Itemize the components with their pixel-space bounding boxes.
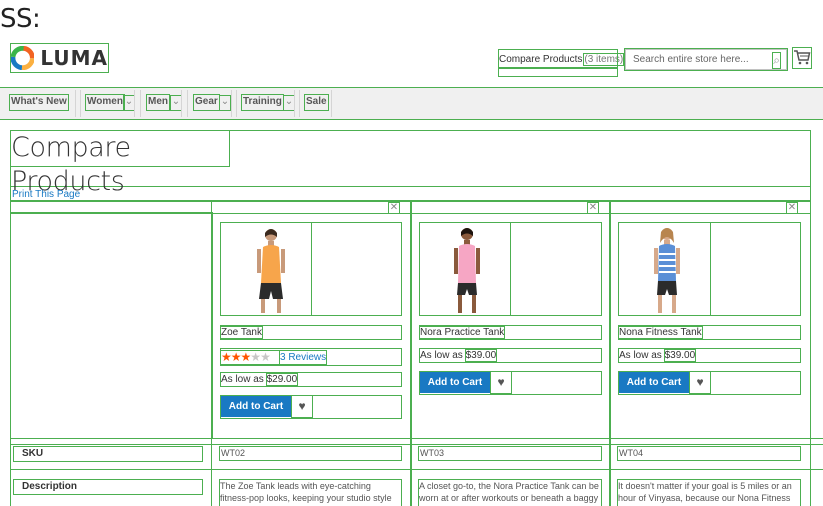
main-navigation: What's New Women ⌄ Men ⌄ Gear ⌄ Training… (0, 87, 823, 120)
logo-text: LUMA (40, 46, 108, 70)
product-2-price: As low as $39.00 (419, 348, 602, 363)
remove-product-2-icon[interactable]: ✕ (587, 202, 599, 214)
nav-divider (299, 90, 300, 117)
product-name-link[interactable]: Nora Practice Tank (418, 326, 506, 339)
nav-divider (134, 90, 135, 117)
nav-divider (80, 90, 81, 117)
add-to-cart-button[interactable]: Add to Cart (619, 372, 689, 393)
magnifier-icon[interactable]: ⌕ (772, 52, 781, 69)
row-divider (11, 469, 823, 470)
price-amount: $29.00 (265, 373, 299, 386)
product-3-name-cell: Nona Fitness Tank (618, 325, 801, 340)
wishlist-heart-icon[interactable]: ♥ (689, 371, 711, 394)
product-name-link[interactable]: Nona Fitness Tank (618, 326, 703, 339)
nav-divider (231, 90, 232, 117)
label-column-cell (10, 212, 213, 439)
product-photo (454, 223, 511, 315)
description-value: The Zoe Tank leads with eye-catching fit… (219, 479, 402, 506)
search-input[interactable]: Search entire store here... ⌕ (624, 48, 788, 71)
product-image-nona-fitness-tank[interactable] (618, 222, 801, 316)
sku-label: SKU (13, 446, 203, 462)
nav-item-men[interactable]: Men (146, 94, 170, 111)
chevron-down-icon[interactable]: ⌄ (170, 95, 182, 111)
remove-product-1-icon[interactable]: ✕ (388, 202, 400, 214)
luma-logo[interactable]: LUMA (10, 43, 109, 73)
luma-logo-icon (11, 46, 35, 70)
chevron-down-icon[interactable]: ⌄ (219, 95, 231, 111)
wishlist-heart-icon[interactable]: ♥ (490, 371, 512, 394)
tank-shape (261, 245, 281, 283)
chevron-down-icon[interactable]: ⌄ (283, 95, 295, 111)
product-image-zoe-tank[interactable] (220, 222, 402, 316)
price-amount: $39.00 (663, 349, 697, 362)
page-title: Compare Products (10, 130, 230, 197)
overlay-label: SS: (0, 4, 41, 34)
description-value: A closet go-to, the Nora Practice Tank c… (418, 479, 602, 506)
row-divider (11, 444, 823, 445)
search-placeholder: Search entire store here... (633, 54, 749, 65)
nav-divider (140, 90, 141, 117)
product-2-name-cell: Nora Practice Tank (418, 325, 602, 340)
product-1-name-cell: Zoe Tank (220, 325, 402, 340)
compare-label: Compare Products (499, 53, 583, 65)
add-to-cart-button[interactable]: Add to Cart (420, 372, 490, 393)
nav-item-women[interactable]: Women (85, 94, 125, 111)
description-value: It doesn't matter if your goal is 5 mile… (617, 479, 801, 506)
row-divider (11, 438, 823, 439)
sku-value: WT04 (617, 446, 801, 461)
compare-dropdown-area (498, 67, 618, 77)
nav-divider (75, 90, 76, 117)
nav-divider (187, 90, 188, 117)
compare-count: (3 items) (583, 52, 625, 66)
nav-divider (331, 90, 332, 117)
remove-product-3-icon[interactable]: ✕ (786, 202, 798, 214)
print-row (10, 186, 811, 202)
price-prefix: As low as (221, 374, 264, 385)
product-name-link[interactable]: Zoe Tank (220, 326, 263, 339)
nav-divider (236, 90, 237, 117)
nav-item-whats-new[interactable]: What's New (9, 94, 69, 111)
nav-item-gear[interactable]: Gear (193, 94, 220, 111)
row-divider (11, 213, 810, 214)
product-photo (654, 223, 711, 315)
product-image-nora-practice-tank[interactable] (419, 222, 602, 316)
price-prefix: As low as (420, 350, 463, 361)
wishlist-heart-icon[interactable]: ♥ (291, 395, 313, 418)
sku-value: WT03 (418, 446, 602, 461)
cart-icon-glyph (794, 50, 811, 65)
print-this-page-link[interactable]: Print This Page (12, 189, 80, 201)
rating-row (220, 348, 402, 366)
product-1-price: As low as $29.00 (220, 372, 402, 387)
product-3-price: As low as $39.00 (618, 348, 801, 363)
nav-divider (294, 90, 295, 117)
add-to-cart-button[interactable]: Add to Cart (221, 396, 291, 417)
compare-products-link[interactable]: Compare Products (3 items) (498, 49, 625, 69)
nav-divider (181, 90, 182, 117)
product-photo (257, 223, 312, 315)
chevron-down-icon[interactable]: ⌄ (123, 95, 135, 111)
cart-icon[interactable] (792, 47, 812, 69)
sku-value: WT02 (219, 446, 402, 461)
price-prefix: As low as (619, 350, 662, 361)
nav-item-sale[interactable]: Sale (304, 94, 329, 111)
price-amount: $39.00 (464, 349, 498, 362)
nav-item-training[interactable]: Training (241, 94, 284, 111)
description-label: Description (13, 479, 203, 495)
